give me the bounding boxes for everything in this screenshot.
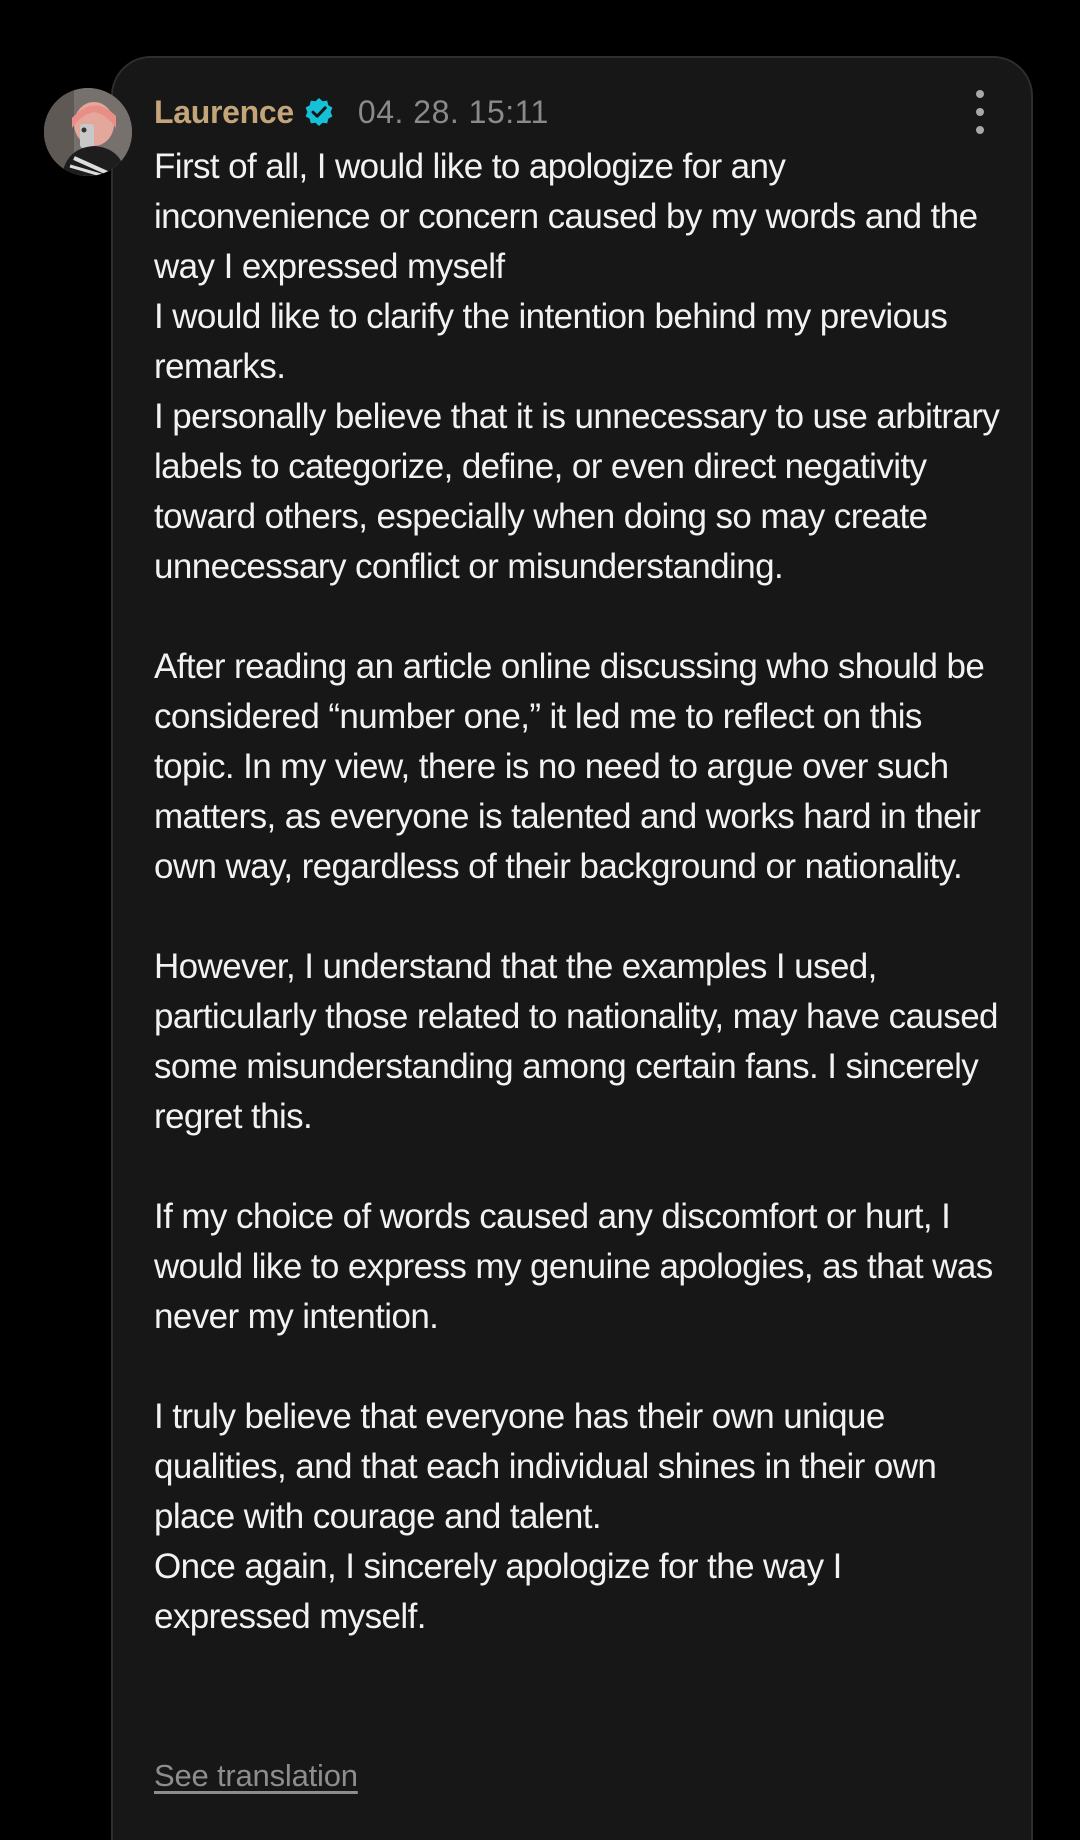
comment-paragraph: After reading an article online discussi… [154, 647, 985, 886]
see-translation-link[interactable]: See translation [154, 1758, 358, 1794]
comment-paragraph: First of all, I would like to apologize … [154, 147, 1000, 586]
more-vertical-icon[interactable] [964, 90, 996, 134]
comment-paragraph: I truly believe that everyone has their … [154, 1397, 937, 1636]
comment-paragraph: If my choice of words caused any discomf… [154, 1197, 993, 1336]
comment-body: First of all, I would like to apologize … [154, 142, 1004, 1642]
username[interactable]: Laurence [154, 94, 294, 131]
user-avatar[interactable] [44, 88, 132, 176]
comment-header: Laurence 04. 28. 15:11 [154, 86, 549, 138]
comment-timestamp: 04. 28. 15:11 [357, 93, 549, 130]
verified-badge-icon [304, 97, 334, 127]
comment-paragraph: However, I understand that the examples … [154, 947, 999, 1136]
